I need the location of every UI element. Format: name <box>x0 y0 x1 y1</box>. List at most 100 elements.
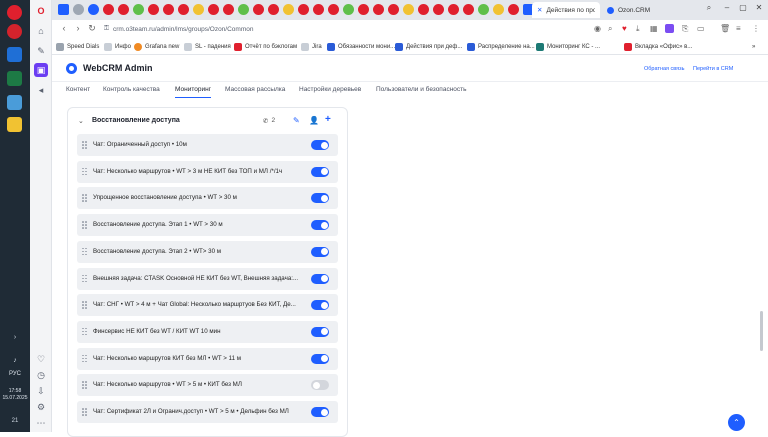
bookmark-info[interactable]: Инфо <box>104 41 131 52</box>
search-tabs-icon[interactable]: ⌕ <box>702 3 716 13</box>
drag-handle-icon[interactable] <box>82 221 87 229</box>
list-item[interactable]: Восстановление доступа. Этап 1 • WT > 30… <box>77 214 338 237</box>
enable-toggle[interactable] <box>311 300 329 311</box>
easy-setup-icon[interactable]: ≡ <box>736 24 741 33</box>
pinned-tab-icon[interactable] <box>388 4 399 15</box>
drag-handle-icon[interactable] <box>82 381 87 389</box>
minimize-button[interactable]: – <box>720 3 734 12</box>
excel-icon[interactable] <box>7 71 22 86</box>
enable-toggle[interactable] <box>311 326 329 337</box>
enable-toggle[interactable] <box>311 380 329 391</box>
snapshot-icon[interactable]: ⎘ <box>682 24 688 34</box>
pinned-tab-icon[interactable] <box>133 4 144 15</box>
go-to-crm-link[interactable]: Перейти в CRM <box>693 66 733 72</box>
tab-users-security[interactable]: Пользователи и безопасность <box>376 86 467 97</box>
download-icon[interactable]: ⤓ <box>636 24 640 34</box>
pinned-tab-icon[interactable] <box>508 4 519 15</box>
pinned-tab-icon[interactable] <box>223 4 234 15</box>
search-icon[interactable]: ⌕ <box>608 24 612 34</box>
bookmark-backlog-report[interactable]: Отчёт по бэклогам <box>234 41 297 52</box>
opera-gx-icon[interactable] <box>7 24 22 39</box>
wallet-icon[interactable]: ▭ <box>697 24 705 33</box>
settings-icon[interactable]: ⚙ <box>34 400 48 414</box>
page-scrollbar[interactable] <box>760 311 763 351</box>
pinned-tab-icon[interactable] <box>313 4 324 15</box>
pinned-tab-icon[interactable] <box>193 4 204 15</box>
bookmark-defect-actions[interactable]: Действия при деф... <box>395 41 462 52</box>
tab-quality-control[interactable]: Контроль качества <box>103 86 160 97</box>
pinned-tab-icon[interactable] <box>358 4 369 15</box>
pinned-tab-icon[interactable] <box>88 4 99 15</box>
clock[interactable]: 17:58 15.07.2025 <box>0 388 30 402</box>
home-icon[interactable]: ⌂ <box>34 24 48 38</box>
speaker-icon[interactable]: ♪ <box>9 357 21 364</box>
pinned-tab-icon[interactable] <box>298 4 309 15</box>
list-item[interactable]: Чат: Несколько маршрутов КИТ без МЛ • WT… <box>77 347 338 370</box>
list-item[interactable]: Чат: Несколько маршрутов • WT > 3 м НЕ К… <box>77 160 338 183</box>
tab-ozon-crm[interactable]: Ozon.CRM <box>602 2 664 18</box>
enable-toggle[interactable] <box>311 407 329 417</box>
maximize-button[interactable]: ▢ <box>736 3 750 12</box>
pinned-tab-icon[interactable] <box>238 4 249 15</box>
drag-handle-icon[interactable] <box>82 354 87 363</box>
pinned-tab-icon[interactable] <box>418 4 429 15</box>
tab-actions[interactable]: ✕ Действия по проект <box>532 2 600 18</box>
history-icon[interactable]: ◷ <box>34 368 48 382</box>
pinned-tab-icon[interactable] <box>163 4 174 15</box>
enable-toggle[interactable] <box>311 193 329 204</box>
pinned-tab-icon[interactable] <box>448 4 459 15</box>
enable-toggle[interactable] <box>311 273 329 284</box>
drag-handle-icon[interactable] <box>82 408 87 416</box>
user-icon[interactable]: 👤 <box>309 116 319 125</box>
drag-handle-icon[interactable] <box>82 141 87 149</box>
pinned-tab-icon[interactable] <box>403 4 414 15</box>
pinned-tab-icon[interactable] <box>58 4 69 15</box>
tab-content[interactable]: Контент <box>66 86 90 97</box>
pinned-tab-icon[interactable] <box>253 4 264 15</box>
list-item[interactable]: Внешняя задача: CTASK Основной НЕ КИТ бе… <box>77 267 338 290</box>
drag-handle-icon[interactable] <box>82 327 87 336</box>
bookmark-monitoring-ks[interactable]: Мониторинг КС - ... <box>536 41 600 52</box>
plus-icon[interactable]: + <box>325 114 331 125</box>
player-icon[interactable]: ◂ <box>34 83 48 97</box>
pinned-tab-icon[interactable] <box>328 4 339 15</box>
tab-tree-settings[interactable]: Настройки деревьев <box>299 86 361 97</box>
profile-icon[interactable] <box>665 24 674 33</box>
notifications-badge[interactable]: 21 <box>9 418 21 424</box>
pinboard-icon[interactable]: ✎ <box>34 44 48 58</box>
drag-handle-icon[interactable] <box>82 167 87 176</box>
list-item[interactable]: Восстановление доступа. Этап 2 • WT> 30 … <box>77 240 338 263</box>
opera-logo-icon[interactable]: O <box>34 4 48 18</box>
folder-icon[interactable] <box>7 117 22 132</box>
chevron-down-icon[interactable]: ⌄ <box>78 117 84 125</box>
pencil-icon[interactable]: ✎ <box>293 116 300 125</box>
pinned-tab-icon[interactable] <box>178 4 189 15</box>
pinned-tab-icon[interactable] <box>118 4 129 15</box>
language-indicator[interactable]: РУС <box>0 371 30 377</box>
workspaces-icon[interactable]: ▣ <box>34 63 48 77</box>
feedback-link[interactable]: Обратная связь <box>644 66 685 72</box>
list-item[interactable]: Чат: СНГ • WT > 4 м + Чат Global: Нескол… <box>77 294 338 317</box>
pinned-tab-icon[interactable] <box>103 4 114 15</box>
tab-mass-mailing[interactable]: Массовая рассылка <box>225 86 285 97</box>
app-title[interactable]: WebCRM Admin <box>83 63 153 73</box>
tab-monitoring[interactable]: Мониторинг <box>175 86 212 98</box>
pinned-tab-icon[interactable] <box>493 4 504 15</box>
pinned-tab-icon[interactable] <box>433 4 444 15</box>
forward-button[interactable]: › <box>72 23 84 33</box>
pinned-tab-icon[interactable] <box>343 4 354 15</box>
enable-toggle[interactable] <box>311 140 329 150</box>
bookmark-distribution[interactable]: Распределение на... <box>467 41 535 52</box>
enable-toggle[interactable] <box>311 246 329 257</box>
drag-handle-icon[interactable] <box>82 247 87 256</box>
drag-handle-icon[interactable] <box>82 274 87 283</box>
chevron-up-icon[interactable]: › <box>9 334 21 341</box>
bookmark-heart-icon[interactable]: ♥ <box>622 24 627 33</box>
pinned-tab-icon[interactable] <box>373 4 384 15</box>
back-button[interactable]: ‹ <box>58 23 70 33</box>
bookmark-office-tab[interactable]: Вкладка «Офис» в... <box>624 41 692 52</box>
drag-handle-icon[interactable] <box>82 301 87 309</box>
menu-icon[interactable]: ⋮ <box>752 24 760 33</box>
trash-icon[interactable]: 🗑 <box>720 24 730 33</box>
enable-toggle[interactable] <box>311 353 329 364</box>
